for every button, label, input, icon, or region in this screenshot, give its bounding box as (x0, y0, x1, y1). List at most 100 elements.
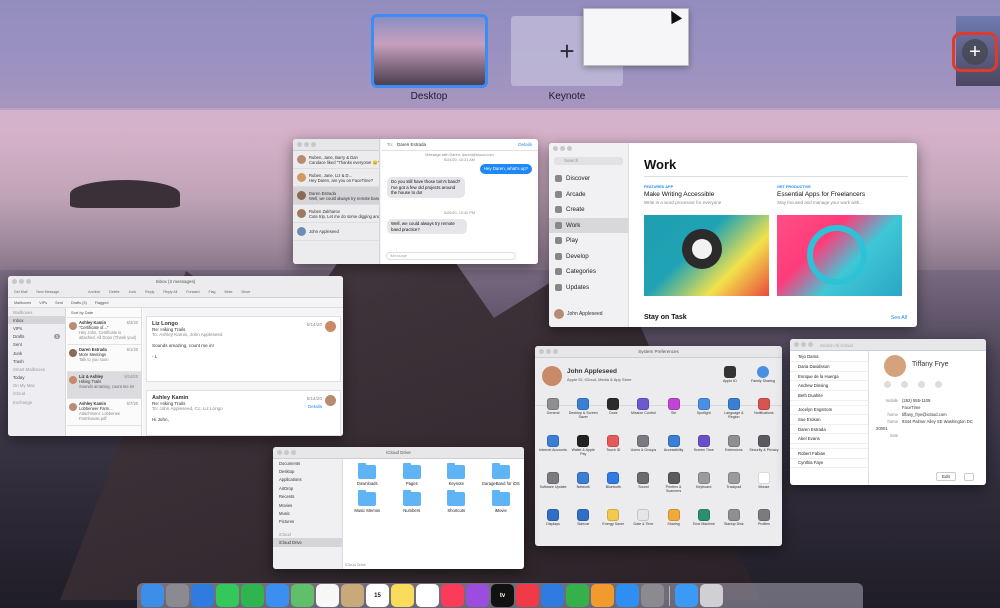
edit-button[interactable]: Edit (936, 472, 956, 481)
mailbox-sent[interactable]: Sent (8, 341, 65, 349)
music-icon[interactable] (441, 584, 464, 607)
mailbox-inbox[interactable]: Inbox (8, 316, 65, 325)
call-action-icon[interactable] (901, 381, 908, 388)
video-action-icon[interactable] (918, 381, 925, 388)
mail-window[interactable]: Inbox (3 messages) Get Mail New Message … (8, 276, 343, 436)
sidebar-item-movies[interactable]: Movies (273, 501, 342, 509)
sidebar-item-applications[interactable]: Applications (273, 476, 342, 484)
pref-pane-siri[interactable]: Siri (659, 398, 689, 431)
contact-list-item[interactable]: Andrew Dinsing (790, 381, 868, 391)
conversation-item[interactable]: Ruben Zakharov Cute trip. Let me do some … (293, 205, 379, 223)
message-action-icon[interactable] (884, 381, 891, 388)
toolbar-flag[interactable]: Flag (209, 290, 216, 294)
featured-card-freelancers[interactable] (777, 215, 902, 296)
conversation-item[interactable]: Ruben, Jane, Liz & D... Hey Daren, are yo… (293, 169, 379, 187)
contact-list-item[interactable]: Daren Estrada (790, 425, 868, 435)
mailbox-junk[interactable]: Junk (8, 349, 65, 357)
pref-pane-security-privacy[interactable]: Security & Privacy (749, 435, 779, 468)
conversation-item[interactable]: John Appleseed (293, 223, 379, 241)
pref-pane-sidecar[interactable]: Sidecar (568, 509, 598, 542)
news-icon[interactable] (516, 584, 539, 607)
avatar[interactable] (542, 366, 562, 386)
details-link[interactable]: Details (308, 404, 322, 409)
pref-pane-spotlight[interactable]: Spotlight (689, 398, 719, 431)
favorites-flagged[interactable]: Flagged (95, 301, 109, 305)
toolbar-forward[interactable]: Forward (186, 290, 199, 294)
folder-item[interactable]: iMovie (479, 490, 524, 513)
sidebar-item-airdrop[interactable]: AirDrop (273, 484, 342, 492)
folder-item[interactable]: Shortcuts (434, 490, 479, 513)
apple-id-button[interactable]: Apple ID (723, 366, 737, 383)
contact-list-item[interactable]: Cynthia Faye (790, 459, 868, 469)
pref-pane-extensions[interactable]: Extensions (719, 435, 749, 468)
message-input[interactable]: iMessage (386, 252, 516, 260)
mailbox-vips[interactable]: VIPs (8, 324, 65, 332)
details-link[interactable]: Details (518, 142, 532, 147)
mail-action-icon[interactable] (935, 381, 942, 388)
pref-pane-software-update[interactable]: Software Update (538, 472, 568, 505)
photos-icon[interactable] (316, 584, 339, 607)
favorites-mailboxes[interactable]: Mailboxes (14, 301, 31, 305)
contact-list-item[interactable]: Enrique de la Huerga (790, 372, 868, 382)
launchpad-icon[interactable] (166, 584, 189, 607)
toolbar-reply-all[interactable]: Reply All (163, 290, 177, 294)
toolbar-archive[interactable]: Archive (88, 290, 100, 294)
maps-icon[interactable] (291, 584, 314, 607)
contact-list-item[interactable]: Abel Evans (790, 434, 868, 444)
toolbar-mute[interactable]: Mute (225, 290, 233, 294)
folder-item[interactable]: Numbers (390, 490, 435, 513)
mail-list-item-selected[interactable]: Liz & Ashley 5/14/20 Hiking Trails Sounds … (67, 372, 141, 399)
finder-icon[interactable] (141, 584, 164, 607)
safari-icon[interactable] (191, 584, 214, 607)
contacts-icon[interactable] (341, 584, 364, 607)
reminders-icon[interactable] (416, 584, 439, 607)
pref-pane-sharing[interactable]: Sharing (659, 509, 689, 542)
family-sharing-button[interactable]: Family Sharing (751, 366, 775, 383)
favorites-sent[interactable]: Sent (55, 301, 63, 305)
account-name[interactable]: John Appleseed (567, 311, 603, 317)
contact-list-item[interactable]: Beth Duahite (790, 391, 868, 401)
system-preferences-window[interactable]: System Preferences John Appleseed Apple … (535, 346, 782, 546)
contact-list-item[interactable]: Tejo Dama (790, 353, 868, 363)
pref-pane-startup-disk[interactable]: Startup Disk (719, 509, 749, 542)
nav-develop[interactable]: Develop (549, 249, 628, 265)
nav-categories[interactable]: Categories (549, 264, 628, 280)
toolbar-junk[interactable]: Junk (129, 290, 137, 294)
contact-list-item[interactable]: Robert Fabian (790, 449, 868, 459)
add-space-button[interactable]: + (952, 32, 998, 72)
mailbox-today[interactable]: Today (8, 374, 65, 382)
nav-create[interactable]: Create (549, 202, 628, 218)
nav-arcade[interactable]: Arcade (549, 187, 628, 203)
sidebar-item-music[interactable]: Music (273, 509, 342, 517)
pref-pane-displays[interactable]: Displays (538, 509, 568, 542)
facetime-icon[interactable] (241, 584, 264, 607)
folder-item[interactable]: Keynote (434, 463, 479, 486)
pref-pane-internet-accounts[interactable]: Internet Accounts (538, 435, 568, 468)
sidebar-item-pictures[interactable]: Pictures (273, 518, 342, 526)
messages-icon[interactable] (216, 584, 239, 607)
pref-pane-wallet-apple-pay[interactable]: Wallet & Apple Pay (568, 435, 598, 468)
pref-pane-profiles[interactable]: Profiles (749, 509, 779, 542)
pref-pane-screen-time[interactable]: Screen Time (689, 435, 719, 468)
search-input[interactable]: Search (554, 157, 623, 165)
contact-list-item[interactable]: Sue Erokan (790, 415, 868, 425)
toolbar-delete[interactable]: Delete (109, 290, 119, 294)
search-input[interactable]: Search All iCloud (812, 341, 868, 350)
nav-updates[interactable]: Updates (549, 280, 628, 296)
app-store-window[interactable]: Search Discover Arcade Create Work Play … (549, 143, 917, 327)
folder-item[interactable]: GarageBand for iOS (479, 463, 524, 486)
apple-tv-icon[interactable]: tv (491, 584, 514, 607)
pref-pane-users-groups[interactable]: Users & Groups (628, 435, 658, 468)
pref-pane-date-time[interactable]: Date & Time (628, 509, 658, 542)
mail-icon[interactable] (266, 584, 289, 607)
nav-play[interactable]: Play (549, 233, 628, 249)
pref-pane-bluetooth[interactable]: Bluetooth (598, 472, 628, 505)
system-preferences-icon[interactable] (641, 584, 664, 607)
calendar-icon[interactable]: 15 (366, 584, 389, 607)
favorites-vips[interactable]: VIPs (39, 301, 47, 305)
pref-pane-network[interactable]: Network (568, 472, 598, 505)
trash-icon[interactable] (700, 584, 723, 607)
finder-window[interactable]: iCloud Drive Documents Desktop Applicati… (273, 447, 524, 569)
folder-item[interactable]: Downloads (345, 463, 390, 486)
space-desktop-thumbnail[interactable] (371, 14, 488, 88)
